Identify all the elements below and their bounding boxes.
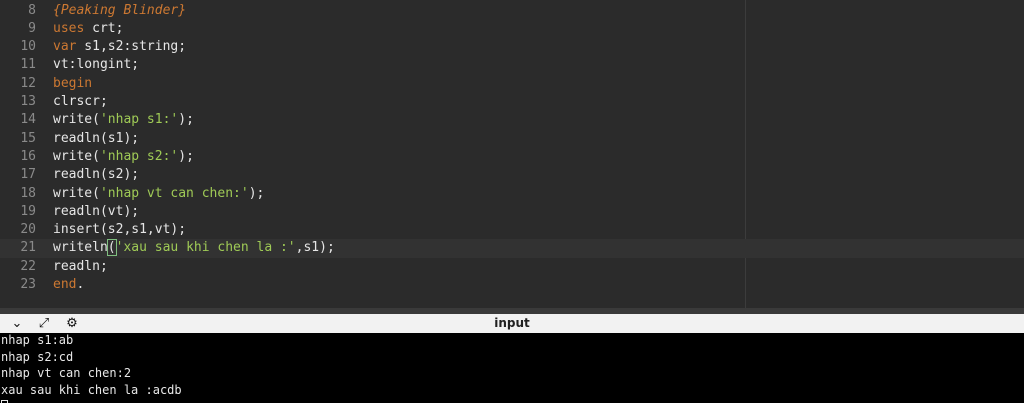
code-text: var s1,s2:string; (53, 38, 186, 56)
panel-title: input (494, 316, 530, 330)
code-line[interactable]: 12 begin (0, 75, 1024, 93)
code-line[interactable]: 13 clrscr; (0, 93, 1024, 111)
code-token: {Peaking Blinder} (53, 2, 187, 18)
code-text: uses crt; (53, 20, 123, 38)
code-text: end. (53, 276, 84, 294)
code-token: 'nhap s2:' (99, 148, 179, 164)
line-number: 22 (20, 258, 36, 274)
code-token: writeln (53, 240, 108, 256)
code-text: readln(s2); (53, 166, 139, 184)
terminal-line: nhap s2:cd (1, 349, 74, 364)
code-line[interactable]: 14 write('nhap s1:'); (0, 111, 1024, 129)
terminal-line: xau sau khi chen la :acdb (1, 382, 182, 397)
line-number: 23 (20, 277, 36, 292)
code-line[interactable]: 22 readln; (0, 258, 1024, 276)
line-number: 14 (20, 112, 36, 128)
code-text: insert(s2,s1,vt); (53, 221, 186, 239)
terminal-line: nhap vt can chen:2 (1, 366, 132, 380)
code-token: ); (178, 148, 194, 164)
code-line[interactable]: 16 write('nhap s2:'); (0, 148, 1024, 166)
code-text: clrscr; (53, 93, 108, 111)
code-token: var (53, 39, 77, 55)
line-number: 17 (20, 167, 36, 183)
code-line[interactable]: 17 readln(s2); (0, 166, 1024, 184)
code-token: ,s1); (295, 240, 335, 256)
code-token: vt:longint; (53, 57, 140, 73)
code-line[interactable]: 19 readln(vt); (0, 203, 1024, 221)
code-text: readln; (53, 258, 108, 276)
terminal-line: nhap s1:ab (1, 333, 74, 347)
line-number: 21 (20, 240, 36, 256)
code-token: clrscr; (53, 94, 108, 109)
code-text: write('nhap s1:'); (53, 111, 194, 129)
code-token: ); (248, 185, 265, 201)
code-token: crt; (84, 20, 124, 36)
code-text: vt:longint; (53, 56, 139, 74)
code-token: readln; (53, 258, 108, 274)
code-line[interactable]: 18 write('nhap vt can chen:'); (0, 185, 1024, 203)
code-line[interactable]: 11 vt:longint; (0, 56, 1024, 74)
code-token: . (76, 277, 85, 292)
code-token: write( (53, 185, 100, 201)
code-line[interactable]: 21 writeln('xau sau khi chen la :',s1); (0, 239, 1024, 258)
code-token: s1,s2:string; (76, 39, 187, 55)
code-token: uses (53, 20, 85, 36)
code-token: begin (53, 75, 93, 91)
code-line[interactable]: 8 {Peaking Blinder} (0, 2, 1024, 20)
line-number: 16 (20, 148, 36, 164)
line-number: 20 (20, 222, 36, 238)
line-number: 15 (20, 130, 36, 146)
code-token: ( (106, 239, 117, 257)
code-text: readln(s1); (53, 130, 139, 148)
code-text: begin (53, 75, 92, 93)
code-token: readln(vt); (53, 203, 140, 219)
code-text: {Peaking Blinder} (53, 2, 186, 20)
code-token: readln(s1); (53, 130, 140, 146)
line-number: 8 (28, 2, 36, 18)
code-token: end (53, 277, 77, 292)
line-number: 11 (20, 57, 36, 73)
code-token: write( (53, 112, 100, 128)
code-text: writeln('xau sau khi chen la :',s1); (53, 239, 335, 257)
code-line[interactable]: 9 uses crt; (0, 20, 1024, 38)
line-number: 18 (20, 185, 36, 201)
code-token: 'nhap vt can chen:' (99, 185, 249, 201)
code-token: ); (178, 112, 194, 128)
line-number: 9 (28, 20, 36, 36)
code-token: 'nhap s1:' (99, 112, 179, 128)
terminal-output[interactable]: nhap s1:ab nhap s2:cd nhap vt can chen:2… (0, 333, 1024, 403)
code-editor[interactable]: 8 {Peaking Blinder} 9 uses crt; 10 var s1,s2:… (0, 0, 1024, 308)
line-number: 13 (20, 94, 36, 109)
code-text: write('nhap s2:'); (53, 148, 194, 166)
code-line[interactable]: 23 end. (0, 276, 1024, 294)
code-token: 'xau sau khi chen la :' (115, 240, 296, 256)
line-number: 10 (20, 39, 36, 55)
code-token: insert(s2,s1,vt); (53, 222, 187, 238)
code-line[interactable]: 20 insert(s2,s1,vt); (0, 221, 1024, 239)
code-text: readln(vt); (53, 203, 139, 221)
code-text: write('nhap vt can chen:'); (53, 185, 264, 203)
line-number: 19 (20, 203, 36, 219)
code-line[interactable]: 15 readln(s1); (0, 130, 1024, 148)
code-token: readln(s2); (53, 167, 140, 183)
line-number: 12 (20, 75, 36, 91)
output-panel-header: ⌄ ⤢ ⚙ input (0, 308, 1024, 333)
code-line[interactable]: 10 var s1,s2:string; (0, 38, 1024, 56)
code-token: write( (53, 148, 100, 164)
